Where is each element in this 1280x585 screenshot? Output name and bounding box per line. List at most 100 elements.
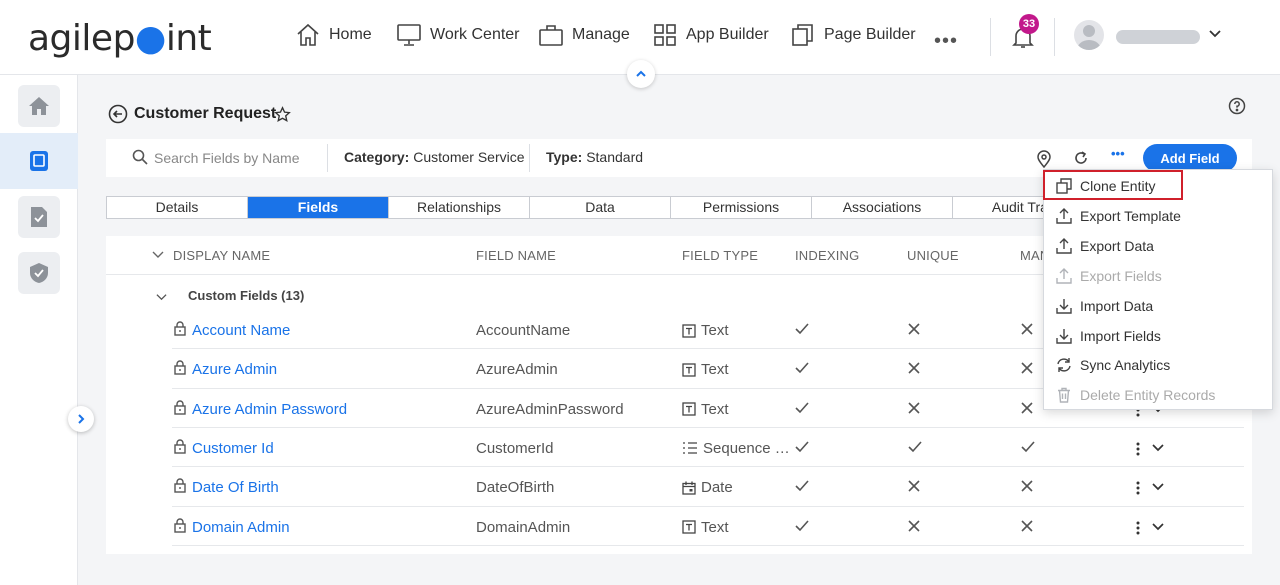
tab-details[interactable]: Details <box>107 197 248 218</box>
back-arrow-icon <box>108 104 128 124</box>
field-display-name-link[interactable]: Date Of Birth <box>192 479 279 496</box>
tab-data[interactable]: Data <box>530 197 671 218</box>
field-display-name-link[interactable]: Azure Admin Password <box>192 401 347 418</box>
group-label: Custom Fields (13) <box>188 288 305 303</box>
add-field-button[interactable]: Add Field <box>1143 144 1237 172</box>
field-name: AccountName <box>476 322 571 339</box>
table-row[interactable]: Domain Admin DomainAdmin Text <box>106 507 1252 546</box>
document-check-icon <box>31 207 47 227</box>
menu-item-export-template[interactable]: Export Template <box>1056 205 1181 227</box>
x-icon <box>908 519 920 532</box>
collapse-header-button[interactable] <box>627 60 655 88</box>
column-header-indexing[interactable]: INDEXING <box>795 248 859 263</box>
tab-associations[interactable]: Associations <box>812 197 953 218</box>
grid-icon <box>654 24 676 46</box>
row-expand-button[interactable] <box>1152 443 1164 453</box>
field-type: Text <box>682 519 729 536</box>
nav-more-button[interactable]: ••• <box>934 30 958 53</box>
field-type-label: Text <box>701 361 729 379</box>
field-display-name-link[interactable]: Domain Admin <box>192 519 290 536</box>
expand-sidebar-button[interactable] <box>68 406 94 432</box>
x-icon <box>908 402 920 414</box>
menu-item-import-fields[interactable]: Import Fields <box>1056 325 1161 347</box>
nav-work-center[interactable]: Work Center <box>396 22 520 48</box>
text-type-icon <box>682 363 696 377</box>
search-fields-input[interactable] <box>154 148 324 168</box>
nav-home[interactable]: Home <box>295 22 372 48</box>
field-name: DateOfBirth <box>476 479 555 497</box>
row-menu-button[interactable] <box>1136 442 1140 456</box>
rail-home[interactable] <box>18 85 60 127</box>
nav-app-builder[interactable]: App Builder <box>652 22 769 48</box>
page-title: Customer Request <box>134 105 277 122</box>
back-button[interactable] <box>108 104 128 124</box>
column-header-collapse[interactable] <box>152 248 164 260</box>
help-button[interactable] <box>1228 97 1246 115</box>
avatar[interactable] <box>1074 20 1104 50</box>
group-collapse-button[interactable] <box>156 291 167 302</box>
field-type-label: Text <box>701 400 729 418</box>
rail-security[interactable] <box>18 252 60 294</box>
shield-icon <box>30 263 48 283</box>
x-icon <box>908 323 920 335</box>
field-type: Text <box>682 401 729 418</box>
sequence-type-icon <box>682 441 698 455</box>
nav-manage[interactable]: Manage <box>538 22 630 48</box>
row-expand-button[interactable] <box>1152 522 1164 532</box>
check-icon <box>795 441 809 453</box>
column-header-field-type[interactable]: FIELD TYPE <box>682 248 758 263</box>
refresh-button[interactable] <box>1073 150 1089 166</box>
import-icon <box>1056 328 1072 344</box>
chevron-down-icon <box>156 294 167 301</box>
username-redacted[interactable] <box>1116 30 1200 44</box>
menu-item-sync-analytics[interactable]: Sync Analytics <box>1056 354 1170 376</box>
x-icon <box>1021 402 1033 414</box>
user-icon <box>1077 25 1101 50</box>
column-header-display-name[interactable]: DISPLAY NAME <box>173 248 270 263</box>
lock-icon <box>174 439 186 454</box>
field-display-name-link[interactable]: Azure Admin <box>192 361 277 378</box>
divider <box>327 144 328 172</box>
table-row[interactable]: Date Of Birth DateOfBirth Date <box>106 467 1252 506</box>
chevron-down-icon <box>1209 30 1221 38</box>
check-icon <box>1021 441 1035 453</box>
more-actions-menu: Clone Entity Export Template Export Data Ex… <box>1043 169 1273 410</box>
favorite-button[interactable] <box>274 106 291 123</box>
row-expand-button[interactable] <box>1152 482 1164 492</box>
field-display-name-link[interactable]: Customer Id <box>192 440 274 457</box>
location-button[interactable] <box>1036 150 1052 168</box>
row-menu-button[interactable] <box>1136 521 1140 535</box>
field-type: Sequence … <box>682 440 790 457</box>
divider <box>529 144 530 172</box>
category-info: Category: Customer Service <box>344 149 525 165</box>
tab-relationships[interactable]: Relationships <box>389 197 530 218</box>
divider <box>1054 18 1055 56</box>
trash-icon <box>1056 387 1072 403</box>
column-header-field-name[interactable]: FIELD NAME <box>476 248 556 263</box>
tab-permissions[interactable]: Permissions <box>671 197 812 218</box>
menu-item-export-data[interactable]: Export Data <box>1056 235 1154 257</box>
row-menu-button[interactable] <box>1136 481 1140 495</box>
rail-tasks[interactable] <box>18 196 60 238</box>
column-header-unique[interactable]: UNIQUE <box>907 248 959 263</box>
more-actions-button[interactable]: ••• <box>1111 146 1125 161</box>
text-type-icon <box>682 323 696 338</box>
divider <box>990 18 991 56</box>
nav-page-builder[interactable]: Page Builder <box>790 22 916 48</box>
text-type-icon <box>682 520 696 534</box>
table-row[interactable]: Customer Id CustomerId Sequence … <box>106 428 1252 467</box>
rail-entity[interactable] <box>18 140 60 182</box>
field-name: AzureAdminPassword <box>476 400 624 418</box>
field-display-name-link[interactable]: Account Name <box>192 322 290 339</box>
tab-fields[interactable]: Fields <box>248 197 389 218</box>
check-icon <box>795 402 809 414</box>
agilepoint-logo[interactable]: agilep●int <box>28 18 212 59</box>
menu-item-delete-entity-records: Delete Entity Records <box>1056 384 1215 406</box>
field-type-label: Sequence … <box>703 439 790 457</box>
menu-item-import-data[interactable]: Import Data <box>1056 295 1153 317</box>
help-icon <box>1228 97 1246 115</box>
tablet-icon <box>30 151 48 171</box>
star-icon <box>274 106 291 122</box>
field-type: Date <box>682 479 733 496</box>
user-menu-button[interactable] <box>1208 26 1222 40</box>
